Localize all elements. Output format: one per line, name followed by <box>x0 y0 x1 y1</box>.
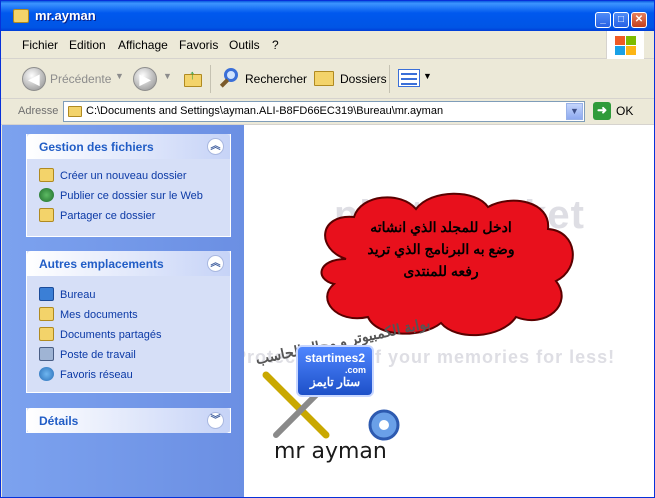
task-label: Publier ce dossier sur le Web <box>60 190 203 202</box>
menu-bar: Fichier Edition Affichage Favoris Outils… <box>1 31 654 59</box>
expand-chevron-icon[interactable]: ︾ <box>207 412 224 429</box>
place-label: Documents partagés <box>60 329 162 341</box>
other-places-title: Autres emplacements <box>39 257 164 271</box>
menu-affichage[interactable]: Affichage <box>118 38 168 52</box>
task-pane: Gestion des fichiers ︽ Créer un nouveau … <box>2 125 244 497</box>
address-label: Adresse <box>18 105 59 117</box>
menu-outils[interactable]: Outils <box>229 38 260 52</box>
toolbar-separator <box>389 65 390 93</box>
back-button[interactable]: Précédente <box>50 72 111 86</box>
startimes-badge: startimes2 .com ستار تايمز <box>296 345 374 397</box>
toolbar-separator <box>210 65 211 93</box>
computer-icon <box>39 347 54 361</box>
cloud-line-2: وضع به البرنامج الذي تريد <box>367 241 515 257</box>
place-label: Mes documents <box>60 309 138 321</box>
place-label: Favoris réseau <box>60 369 133 381</box>
place-label: Bureau <box>60 289 96 301</box>
search-icon[interactable] <box>219 67 241 89</box>
folder-icon <box>68 106 82 117</box>
badge-brand: startimes2 <box>304 351 366 365</box>
place-network[interactable]: Favoris réseau <box>39 367 133 381</box>
go-button[interactable]: OK <box>616 104 633 118</box>
other-places-header[interactable]: Autres emplacements ︽ <box>27 251 230 276</box>
badge-domain: .com <box>344 365 366 375</box>
menu-fichier[interactable]: Fichier <box>22 38 58 52</box>
task-label: Partager ce dossier <box>60 210 156 222</box>
shared-folder-icon <box>39 208 54 222</box>
badge-arabic: ستار تايمز <box>309 375 361 389</box>
logo-caption: mr ayman <box>274 439 387 464</box>
file-view[interactable]: photobucket Protect more of your memorie… <box>244 125 654 497</box>
place-label: Poste de travail <box>60 349 136 361</box>
folders-icon[interactable] <box>314 71 334 86</box>
place-shared-documents[interactable]: Documents partagés <box>39 327 162 341</box>
collapse-chevron-icon[interactable]: ︽ <box>207 138 224 155</box>
title-bar[interactable]: mr.ayman _ □ ✕ <box>1 1 654 31</box>
task-publish-web[interactable]: Publier ce dossier sur le Web <box>39 188 203 202</box>
place-desktop[interactable]: Bureau <box>39 287 95 301</box>
task-new-folder[interactable]: Créer un nouveau dossier <box>39 168 187 182</box>
cloud-line-3: رفعه للمنتدى <box>403 263 479 279</box>
task-label: Créer un nouveau dossier <box>60 170 187 182</box>
views-dropdown-icon[interactable]: ▼ <box>423 71 432 81</box>
go-arrow-icon[interactable]: ➜ <box>593 102 611 120</box>
globe-icon <box>39 188 54 202</box>
address-bar: Adresse C:\Documents and Settings\ayman.… <box>1 99 654 125</box>
back-dropdown-icon[interactable]: ▼ <box>115 71 124 81</box>
close-button[interactable]: ✕ <box>631 12 647 28</box>
menu-favoris[interactable]: Favoris <box>179 38 218 52</box>
forward-dropdown-icon[interactable]: ▼ <box>163 71 172 81</box>
shared-documents-icon <box>39 327 54 341</box>
views-icon[interactable] <box>398 69 420 87</box>
windows-logo-icon <box>606 31 644 59</box>
file-tasks-header[interactable]: Gestion des fichiers ︽ <box>27 134 230 159</box>
up-folder-icon[interactable]: ↑ <box>182 67 204 89</box>
minimize-button[interactable]: _ <box>595 12 611 28</box>
search-button[interactable]: Rechercher <box>245 72 307 86</box>
folders-button[interactable]: Dossiers <box>340 72 387 86</box>
other-places-panel: Autres emplacements ︽ Bureau Mes documen… <box>26 251 231 393</box>
details-title: Détails <box>39 414 79 428</box>
startimes-logo: بوابة الكمبيوتر و مجال الحاسب startimes2… <box>244 315 654 497</box>
folder-icon <box>13 9 29 23</box>
address-path: C:\Documents and Settings\ayman.ALI-B8FD… <box>86 105 444 117</box>
network-icon <box>39 367 54 381</box>
toolbar: ◀ Précédente ▼ ▶ ▼ ↑ Rechercher Dossiers… <box>1 59 654 99</box>
new-folder-icon <box>39 168 54 182</box>
menu-help[interactable]: ? <box>272 38 279 52</box>
maximize-button[interactable]: □ <box>613 12 629 28</box>
cloud-line-1: ادخل للمجلد الذي انشاته <box>370 219 512 235</box>
details-panel: Détails ︾ <box>26 408 231 433</box>
back-arrow-icon[interactable]: ◀ <box>22 67 46 91</box>
task-share-folder[interactable]: Partager ce dossier <box>39 208 155 222</box>
address-input[interactable]: C:\Documents and Settings\ayman.ALI-B8FD… <box>63 101 585 122</box>
collapse-chevron-icon[interactable]: ︽ <box>207 255 224 272</box>
place-my-computer[interactable]: Poste de travail <box>39 347 136 361</box>
file-tasks-panel: Gestion des fichiers ︽ Créer un nouveau … <box>26 134 231 237</box>
window-title: mr.ayman <box>35 8 96 23</box>
details-header[interactable]: Détails ︾ <box>27 408 230 433</box>
explorer-window: mr.ayman _ □ ✕ Fichier Edition Affichage… <box>0 0 655 498</box>
documents-folder-icon <box>39 307 54 321</box>
file-tasks-title: Gestion des fichiers <box>39 140 154 154</box>
address-dropdown-icon[interactable]: ▼ <box>566 103 583 120</box>
menu-edition[interactable]: Edition <box>69 38 106 52</box>
place-my-documents[interactable]: Mes documents <box>39 307 138 321</box>
forward-arrow-icon[interactable]: ▶ <box>133 67 157 91</box>
desktop-icon <box>39 287 54 301</box>
